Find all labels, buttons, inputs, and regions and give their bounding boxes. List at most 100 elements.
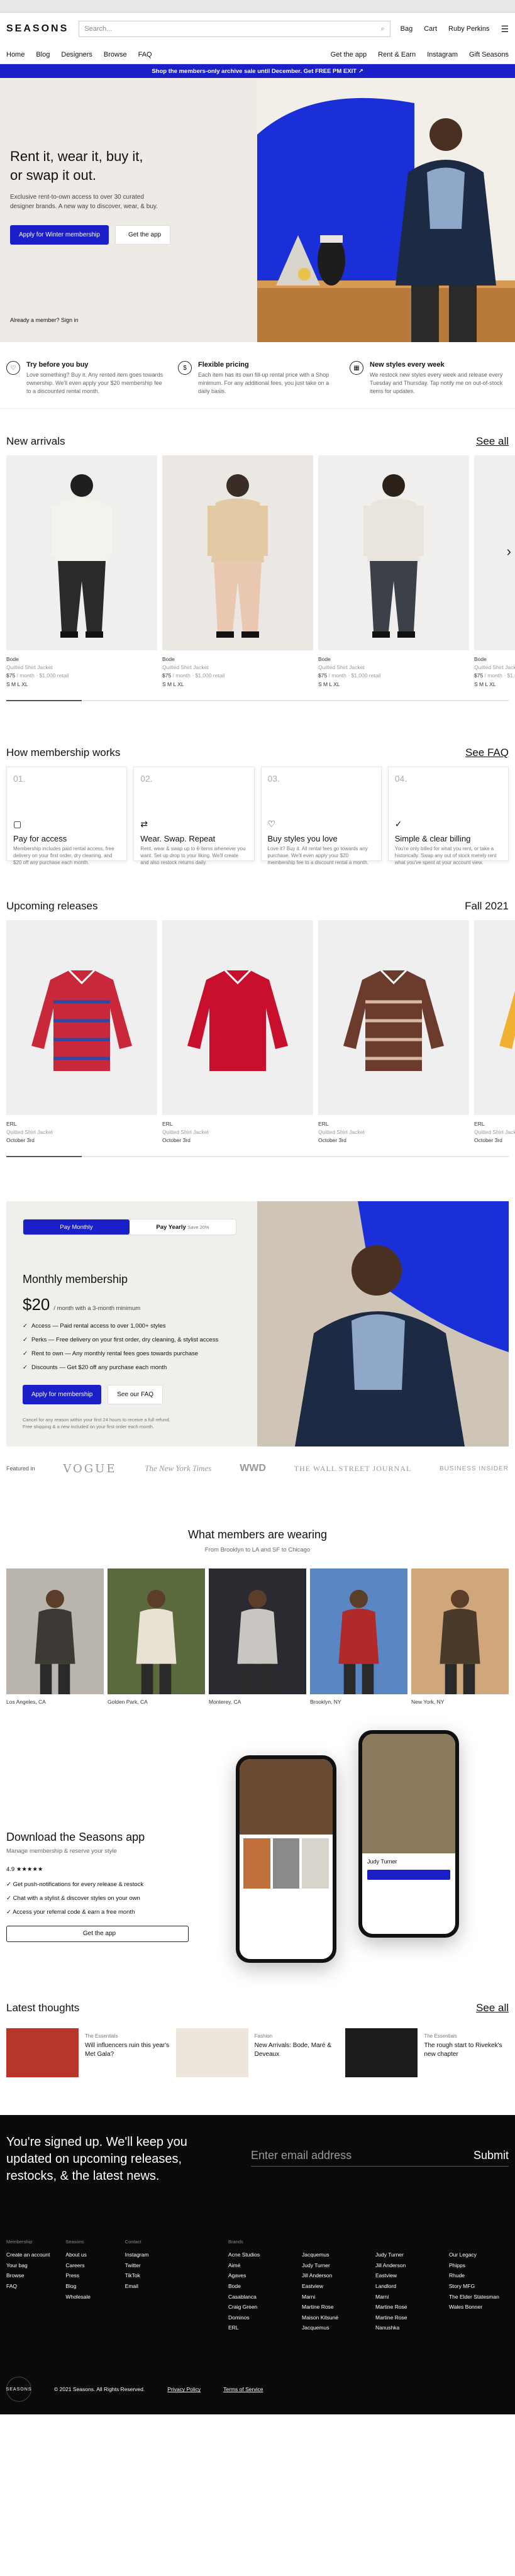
- feature-title: New styles every week: [370, 361, 445, 369]
- brand-link[interactable]: Rhude: [449, 2270, 509, 2281]
- brand-link[interactable]: Aimé: [228, 2260, 288, 2271]
- release-brand: ERL: [162, 1120, 173, 1127]
- get-app-button[interactable]: Get the app: [114, 225, 171, 245]
- footer-link[interactable]: Press: [65, 2270, 125, 2281]
- brand-link[interactable]: Jill Anderson: [302, 2270, 362, 2281]
- brand-link[interactable]: Phipps: [449, 2260, 509, 2271]
- account-link[interactable]: Ruby Perkins: [448, 25, 489, 33]
- brand-link[interactable]: Landlord: [375, 2281, 435, 2292]
- nav-faq[interactable]: FAQ: [138, 51, 152, 58]
- brand-link[interactable]: Judy Turner: [375, 2250, 435, 2260]
- nav-instagram[interactable]: Instagram: [427, 51, 458, 58]
- app-download-button[interactable]: Get the app: [6, 1925, 189, 1942]
- release-card[interactable]: ERL Quilted Shirt Jacket October 3rd: [162, 919, 313, 1145]
- release-card[interactable]: ERL Quilted Shirt Jacket October 3rd: [6, 919, 157, 1145]
- footer-link[interactable]: Careers: [65, 2260, 125, 2271]
- toggle-monthly[interactable]: Pay Monthly: [23, 1219, 130, 1235]
- footer-link[interactable]: TikTok: [125, 2270, 184, 2281]
- brand-link[interactable]: Agaves: [228, 2270, 288, 2281]
- brand-link[interactable]: Martine Rose: [375, 2312, 435, 2323]
- bag-link[interactable]: Bag: [401, 25, 413, 33]
- see-all-link[interactable]: See all: [476, 2002, 509, 2014]
- cart-link[interactable]: Cart: [424, 25, 437, 33]
- brand-link[interactable]: Craig Green: [228, 2302, 288, 2312]
- footer-link[interactable]: Instagram: [125, 2250, 184, 2260]
- footer-link[interactable]: Create an account: [6, 2250, 65, 2260]
- brand-link[interactable]: Casablanca: [228, 2292, 288, 2302]
- article-card[interactable]: The Essentials Will influencers ruin this…: [6, 2028, 170, 2078]
- look-card[interactable]: Los Angeles, CA: [6, 1568, 104, 1705]
- apply-button[interactable]: Apply for Winter membership: [10, 225, 109, 245]
- brand-link[interactable]: Jacquemus: [302, 2250, 362, 2260]
- brand-link[interactable]: Maison Kitsuné: [302, 2312, 362, 2323]
- promo-banner[interactable]: Shop the members-only archive sale until…: [0, 64, 515, 78]
- search-input[interactable]: Search... ⌕: [79, 21, 390, 37]
- email-field[interactable]: Enter email address Submit: [251, 2149, 509, 2167]
- product-card[interactable]: BodeQuilted Shirt Jacket$75 / month · $1…: [162, 455, 313, 689]
- see-faq-link[interactable]: See FAQ: [465, 747, 509, 759]
- footer-link[interactable]: About us: [65, 2250, 125, 2260]
- brand-link[interactable]: Eastview: [375, 2270, 435, 2281]
- release-meta: ERL Quilted Shirt Jacket October 3rd: [474, 1115, 515, 1145]
- brand-link[interactable]: Marni: [375, 2292, 435, 2302]
- footer-link[interactable]: Wholesale: [65, 2292, 125, 2302]
- privacy-link[interactable]: Privacy Policy: [167, 2386, 201, 2392]
- menu-icon[interactable]: ☰: [501, 24, 509, 35]
- apply-membership-button[interactable]: Apply for membership: [23, 1384, 102, 1404]
- nav-get-app[interactable]: Get the app: [331, 51, 367, 58]
- article-card[interactable]: Fashion New Arrivals: Bode, Maré & Deveau…: [175, 2028, 340, 2078]
- look-card[interactable]: Golden Park, CA: [108, 1568, 205, 1705]
- brand-link[interactable]: Eastview: [302, 2281, 362, 2292]
- terms-link[interactable]: Terms of Service: [223, 2386, 263, 2392]
- brand-link[interactable]: Wales Bonner: [449, 2302, 509, 2312]
- section-title: How membership works: [6, 746, 121, 758]
- submit-button[interactable]: Submit: [473, 2149, 509, 2162]
- nav-blog[interactable]: Blog: [36, 51, 50, 58]
- article-card[interactable]: The Essentials The rough start to Rivekek…: [345, 2028, 509, 2078]
- brand-link[interactable]: ERL: [228, 2323, 288, 2333]
- footer-link[interactable]: Twitter: [125, 2260, 184, 2271]
- product-card[interactable]: BodeQuilted Shirt Jacket$75 / month · $1…: [6, 455, 157, 689]
- carousel-scrollbar[interactable]: [6, 699, 509, 701]
- logo[interactable]: SEASONS: [6, 23, 69, 35]
- release-card[interactable]: ERL Quilted Shirt Jacket October 3rd: [474, 919, 515, 1145]
- brand-link[interactable]: Martine Rose: [375, 2302, 435, 2312]
- brand-link[interactable]: Dominos: [228, 2312, 288, 2323]
- brand-link[interactable]: Story MFG: [449, 2281, 509, 2292]
- look-card[interactable]: New York, NY: [411, 1568, 509, 1705]
- footer-link[interactable]: Blog: [65, 2281, 125, 2292]
- brand-link[interactable]: Judy Turner: [302, 2260, 362, 2271]
- toggle-yearly[interactable]: Pay Yearly Save 20%: [130, 1219, 236, 1235]
- brand-link[interactable]: Bode: [228, 2281, 288, 2292]
- look-card[interactable]: Brooklyn, NY: [310, 1568, 407, 1705]
- footer-link[interactable]: Browse: [6, 2270, 65, 2281]
- nav-designers[interactable]: Designers: [61, 51, 92, 58]
- product-card[interactable]: BodeQuilted Shirt Jacket$75 / month · $1…: [318, 455, 469, 689]
- brand-link[interactable]: Nanushka: [375, 2323, 435, 2333]
- see-all-link[interactable]: See all: [476, 435, 509, 448]
- brand-link[interactable]: Jacquemus: [302, 2323, 362, 2333]
- sign-in-prompt[interactable]: Already a member? Sign in: [10, 317, 79, 323]
- see-faq-button[interactable]: See our FAQ: [108, 1384, 163, 1404]
- product-card[interactable]: BodeQuilted Shirt Jacket$75 / month · $1…: [474, 455, 515, 689]
- carousel-scrollbar[interactable]: [6, 1156, 509, 1158]
- step-number: 03.: [267, 773, 280, 784]
- footer-link[interactable]: Email: [125, 2281, 184, 2292]
- nav-browse[interactable]: Browse: [104, 51, 127, 58]
- chevron-right-icon[interactable]: ›: [507, 543, 511, 560]
- toggle-yearly-label: Pay Yearly: [156, 1223, 186, 1231]
- brand-link[interactable]: Marni: [302, 2292, 362, 2302]
- footer-link[interactable]: FAQ: [6, 2281, 65, 2292]
- brand-link[interactable]: The Elder Statesman: [449, 2292, 509, 2302]
- look-card[interactable]: Monterey, CA: [209, 1568, 306, 1705]
- footer-link[interactable]: Your bag: [6, 2260, 65, 2271]
- brand-link[interactable]: Martine Rose: [302, 2302, 362, 2312]
- nav-home[interactable]: Home: [6, 51, 25, 58]
- brand-link[interactable]: Acne Studios: [228, 2250, 288, 2260]
- nav-gift[interactable]: Gift Seasons: [469, 51, 509, 58]
- billing-toggle[interactable]: Pay Monthly Pay Yearly Save 20%: [23, 1219, 236, 1236]
- release-card[interactable]: ERL Quilted Shirt Jacket October 3rd: [318, 919, 469, 1145]
- brand-link[interactable]: Jill Anderson: [375, 2260, 435, 2271]
- brand-link[interactable]: Our Legacy: [449, 2250, 509, 2260]
- nav-rent-earn[interactable]: Rent & Earn: [378, 51, 416, 58]
